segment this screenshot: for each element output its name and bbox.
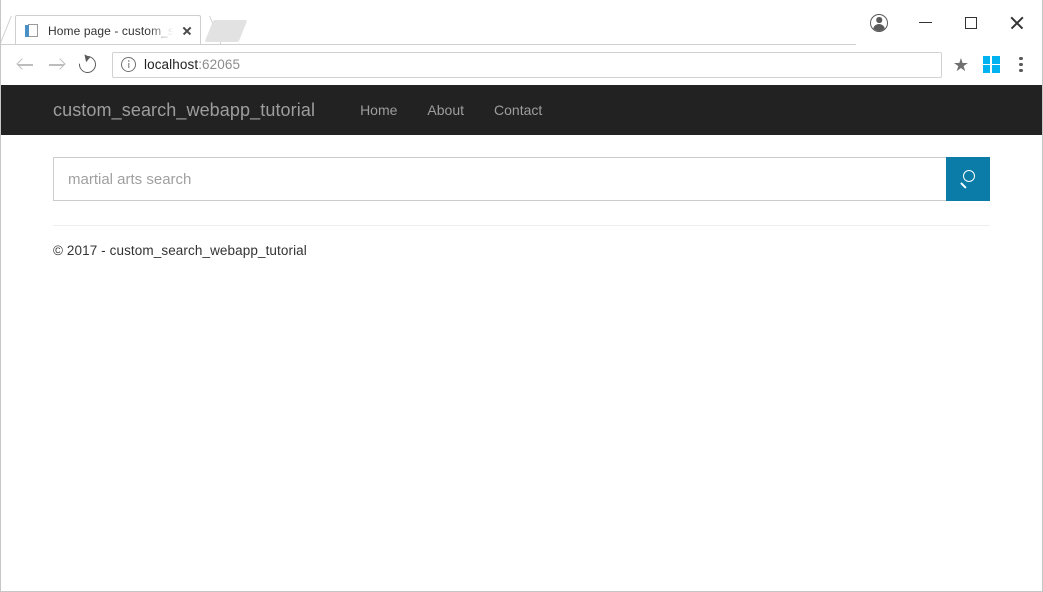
page-container: © 2017 - custom_search_webapp_tutorial	[1, 157, 1042, 258]
nav-link-home[interactable]: Home	[345, 102, 412, 118]
page-viewport: custom_search_webapp_tutorial Home About…	[1, 85, 1042, 591]
url-host: localhost	[144, 57, 199, 72]
site-footer: © 2017 - custom_search_webapp_tutorial	[53, 243, 307, 258]
search-input[interactable]	[53, 157, 946, 201]
minimize-icon	[918, 21, 932, 24]
arrow-right-icon	[48, 56, 66, 73]
page-favicon	[24, 23, 40, 39]
maximize-icon	[965, 16, 977, 29]
search-icon	[958, 169, 978, 189]
browser-window: Home page - custom_sea localhost:62065 ★…	[0, 0, 1043, 592]
reload-icon	[75, 52, 99, 77]
minimize-button[interactable]	[902, 8, 948, 38]
search-button[interactable]	[946, 157, 990, 201]
account-avatar-icon	[870, 13, 888, 32]
arrow-left-icon	[15, 56, 34, 73]
site-navbar: custom_search_webapp_tutorial Home About…	[1, 85, 1042, 135]
site-nav-links: Home About Contact	[345, 102, 557, 118]
search-form	[53, 157, 990, 201]
content-divider	[53, 225, 990, 226]
windows-logo-extension-icon[interactable]	[976, 51, 1006, 79]
bookmark-star-icon[interactable]: ★	[948, 56, 974, 74]
site-brand[interactable]: custom_search_webapp_tutorial	[53, 100, 315, 121]
chrome-menu-icon[interactable]	[1008, 51, 1034, 79]
browser-toolbar: localhost:62065 ★	[1, 46, 1042, 84]
close-window-button[interactable]	[994, 8, 1040, 38]
window-controls	[856, 0, 1042, 45]
reload-button[interactable]	[73, 51, 101, 79]
forward-button[interactable]	[42, 51, 70, 79]
browser-title-bar: Home page - custom_sea	[1, 0, 1042, 46]
close-tab-icon[interactable]	[178, 22, 196, 40]
site-info-icon[interactable]	[121, 57, 136, 72]
profile-button[interactable]	[856, 8, 902, 38]
back-button[interactable]	[11, 51, 39, 79]
tab-title: Home page - custom_sea	[48, 23, 176, 38]
url-port: :62065	[198, 57, 241, 72]
nav-link-contact[interactable]: Contact	[479, 102, 557, 118]
address-bar[interactable]: localhost:62065	[112, 51, 942, 78]
new-tab-button[interactable]	[204, 20, 248, 42]
browser-tab-active[interactable]: Home page - custom_sea	[15, 15, 201, 45]
close-icon	[1009, 15, 1025, 31]
maximize-button[interactable]	[948, 8, 994, 38]
address-bar-url: localhost:62065	[144, 57, 240, 72]
nav-link-about[interactable]: About	[412, 102, 479, 118]
